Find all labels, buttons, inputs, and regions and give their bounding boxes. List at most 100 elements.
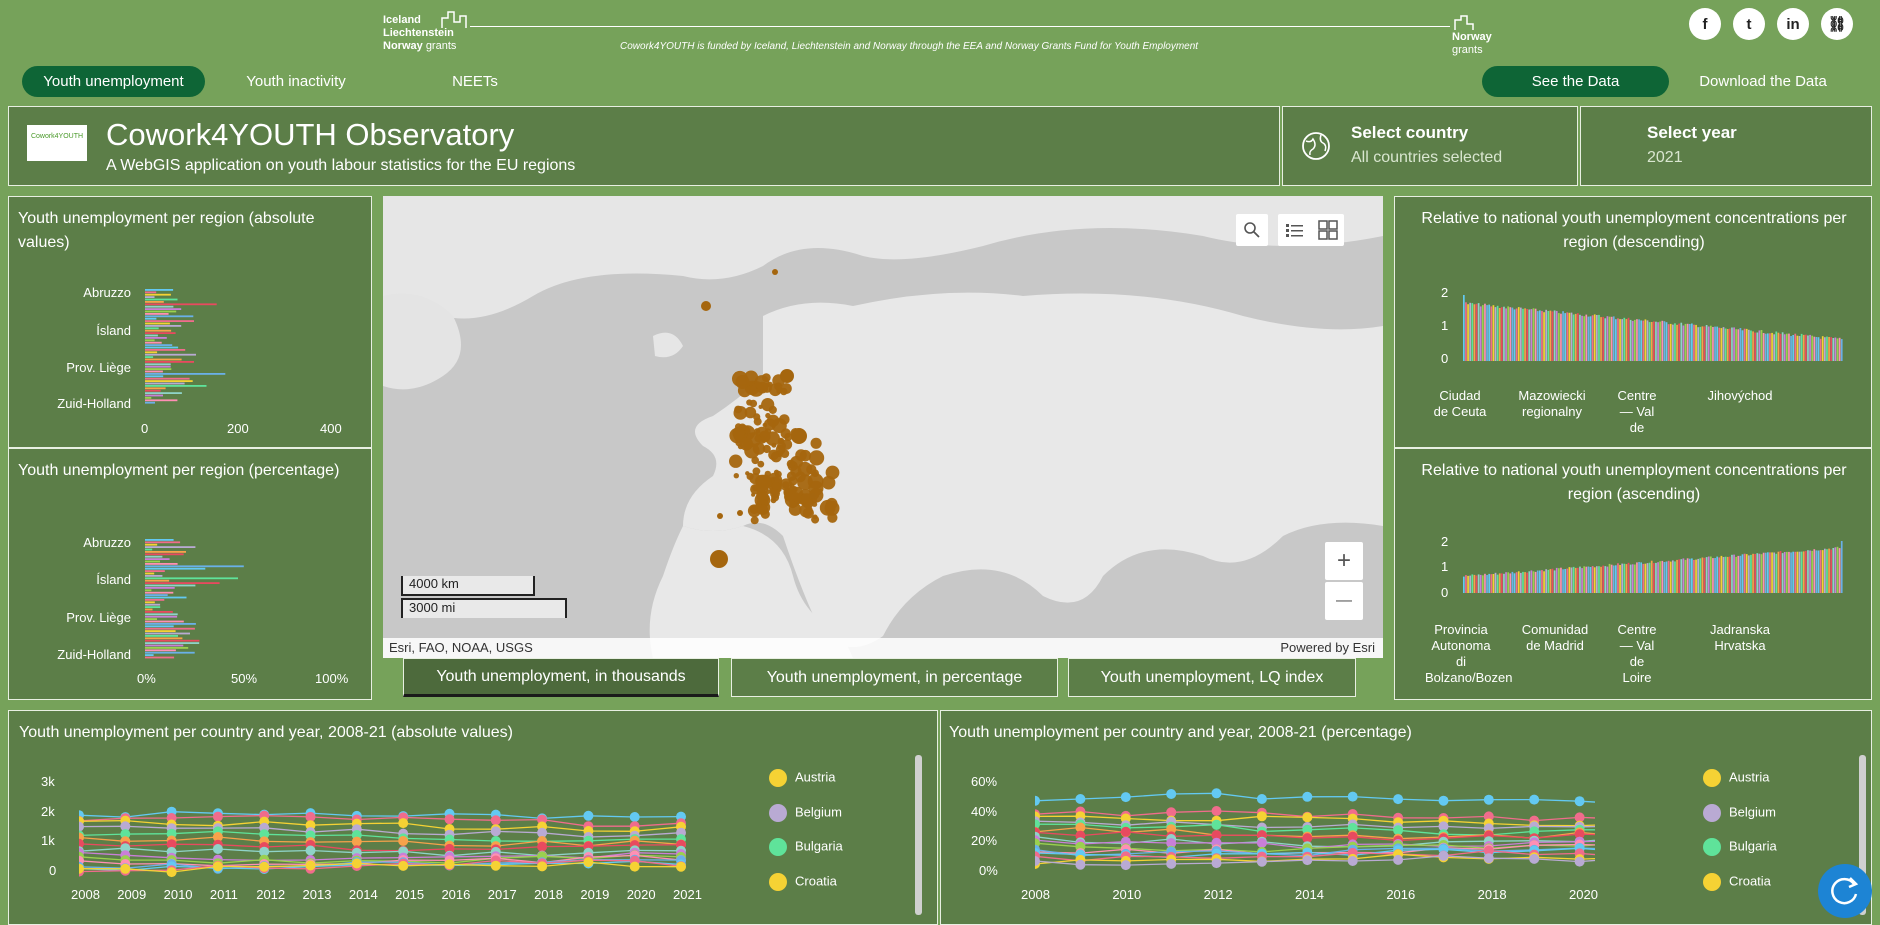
legend-item[interactable]: Austria [769, 769, 835, 787]
map-point[interactable] [733, 473, 739, 479]
see-data-button[interactable]: See the Data [1482, 66, 1669, 97]
download-data-button[interactable]: Download the Data [1688, 66, 1838, 97]
tab-neets[interactable]: NEETs [430, 66, 520, 97]
map-point[interactable] [750, 516, 759, 525]
link-icon[interactable]: ⛓ [1821, 8, 1853, 40]
series-point[interactable] [490, 860, 501, 871]
series-point[interactable] [629, 812, 640, 822]
map-point[interactable] [780, 369, 794, 383]
map-point[interactable] [810, 437, 822, 449]
refresh-button[interactable] [1818, 864, 1872, 918]
series-point[interactable] [490, 815, 501, 826]
map-point[interactable] [771, 418, 787, 434]
legend-item[interactable]: Austria [1703, 769, 1769, 787]
legend-item[interactable]: Belgium [769, 804, 842, 822]
map-point[interactable] [761, 398, 775, 412]
series-point[interactable] [212, 811, 223, 822]
map-point[interactable] [773, 469, 780, 475]
map-point[interactable] [821, 475, 836, 490]
zoom-out-button[interactable]: — [1325, 582, 1363, 620]
series-point[interactable] [351, 858, 362, 869]
series-point[interactable] [398, 860, 409, 871]
legend-scrollbar[interactable] [915, 755, 922, 915]
map-tab-lq-index[interactable]: Youth unemployment, LQ index [1068, 658, 1356, 697]
series-point[interactable] [398, 836, 409, 846]
map-point[interactable] [799, 503, 813, 518]
map-tab-percentage[interactable]: Youth unemployment, in percentage [731, 658, 1058, 697]
series-point[interactable] [351, 836, 362, 847]
map-point[interactable] [737, 510, 743, 516]
basemap-gallery-icon[interactable] [1318, 220, 1338, 240]
map-point[interactable] [710, 550, 728, 568]
map-point[interactable] [782, 481, 790, 489]
map-point[interactable] [790, 465, 802, 477]
series-point[interactable] [398, 818, 409, 829]
map-point[interactable] [757, 460, 765, 468]
series-point[interactable] [1574, 856, 1585, 867]
attribution-text[interactable]: Esri, FAO, NOAA, USGS [389, 640, 533, 655]
series-point[interactable] [1256, 838, 1267, 848]
series-point[interactable] [1302, 812, 1313, 823]
facebook-icon[interactable]: f [1689, 8, 1721, 40]
map-point[interactable] [795, 449, 807, 461]
zoom-in-button[interactable]: + [1325, 542, 1363, 580]
series-point[interactable] [490, 826, 501, 837]
map-point[interactable] [780, 449, 790, 458]
tab-youth-unemployment[interactable]: Youth unemployment [22, 66, 205, 97]
map-point[interactable] [768, 449, 779, 461]
map-point[interactable] [754, 435, 762, 443]
map-point[interactable] [761, 373, 771, 382]
series-point[interactable] [1347, 791, 1358, 802]
map-point[interactable] [745, 471, 750, 476]
map-point[interactable] [753, 417, 762, 426]
map-point[interactable] [811, 469, 819, 478]
legend-item[interactable]: Croatia [1703, 873, 1771, 891]
linkedin-icon[interactable]: in [1777, 8, 1809, 40]
series-point[interactable] [1075, 859, 1086, 870]
map-point[interactable] [701, 301, 711, 311]
map-point[interactable] [777, 441, 786, 451]
map-point[interactable] [733, 406, 748, 420]
series-point[interactable] [1120, 792, 1131, 803]
series-point[interactable] [1302, 791, 1313, 802]
series-point[interactable] [1302, 855, 1313, 866]
series-point[interactable] [583, 810, 594, 821]
series-point[interactable] [1438, 850, 1449, 861]
series-point[interactable] [1483, 853, 1494, 864]
series-point[interactable] [1166, 858, 1177, 869]
powered-by-esri[interactable]: Powered by Esri [1280, 640, 1375, 655]
series-point[interactable] [212, 861, 223, 872]
map-point[interactable] [750, 484, 761, 495]
series-point[interactable] [676, 861, 686, 872]
series-point[interactable] [1075, 794, 1086, 804]
map-point[interactable] [789, 501, 797, 509]
series-point[interactable] [1256, 811, 1267, 822]
map-point[interactable] [766, 489, 771, 494]
series-point[interactable] [1166, 789, 1177, 799]
series-point[interactable] [212, 844, 223, 854]
series-point[interactable] [1256, 794, 1267, 804]
series-point[interactable] [1120, 826, 1131, 837]
map-point[interactable] [762, 422, 768, 428]
series-point[interactable] [1529, 794, 1540, 805]
map-view[interactable]: + — 4000 km 3000 mi Esri, FAO, NOAA, USG… [383, 196, 1383, 658]
series-point[interactable] [1529, 853, 1540, 864]
legend-item[interactable]: Bulgaria [1703, 838, 1777, 856]
list-icon[interactable] [1284, 221, 1306, 239]
series-point[interactable] [305, 860, 316, 871]
map-point[interactable] [771, 442, 777, 448]
map-point[interactable] [788, 476, 798, 486]
series-point[interactable] [1256, 856, 1267, 867]
series-point[interactable] [1035, 795, 1040, 806]
series-point[interactable] [1211, 819, 1222, 830]
series-point[interactable] [1483, 794, 1494, 805]
series-point[interactable] [1574, 796, 1585, 807]
series-point[interactable] [305, 845, 316, 856]
map-point[interactable] [810, 493, 816, 499]
series-point[interactable] [1347, 856, 1358, 866]
map-point[interactable] [746, 399, 753, 406]
map-point[interactable] [735, 375, 750, 389]
map-point[interactable] [757, 504, 769, 516]
twitter-icon[interactable]: t [1733, 8, 1765, 40]
map-point[interactable] [772, 481, 781, 490]
